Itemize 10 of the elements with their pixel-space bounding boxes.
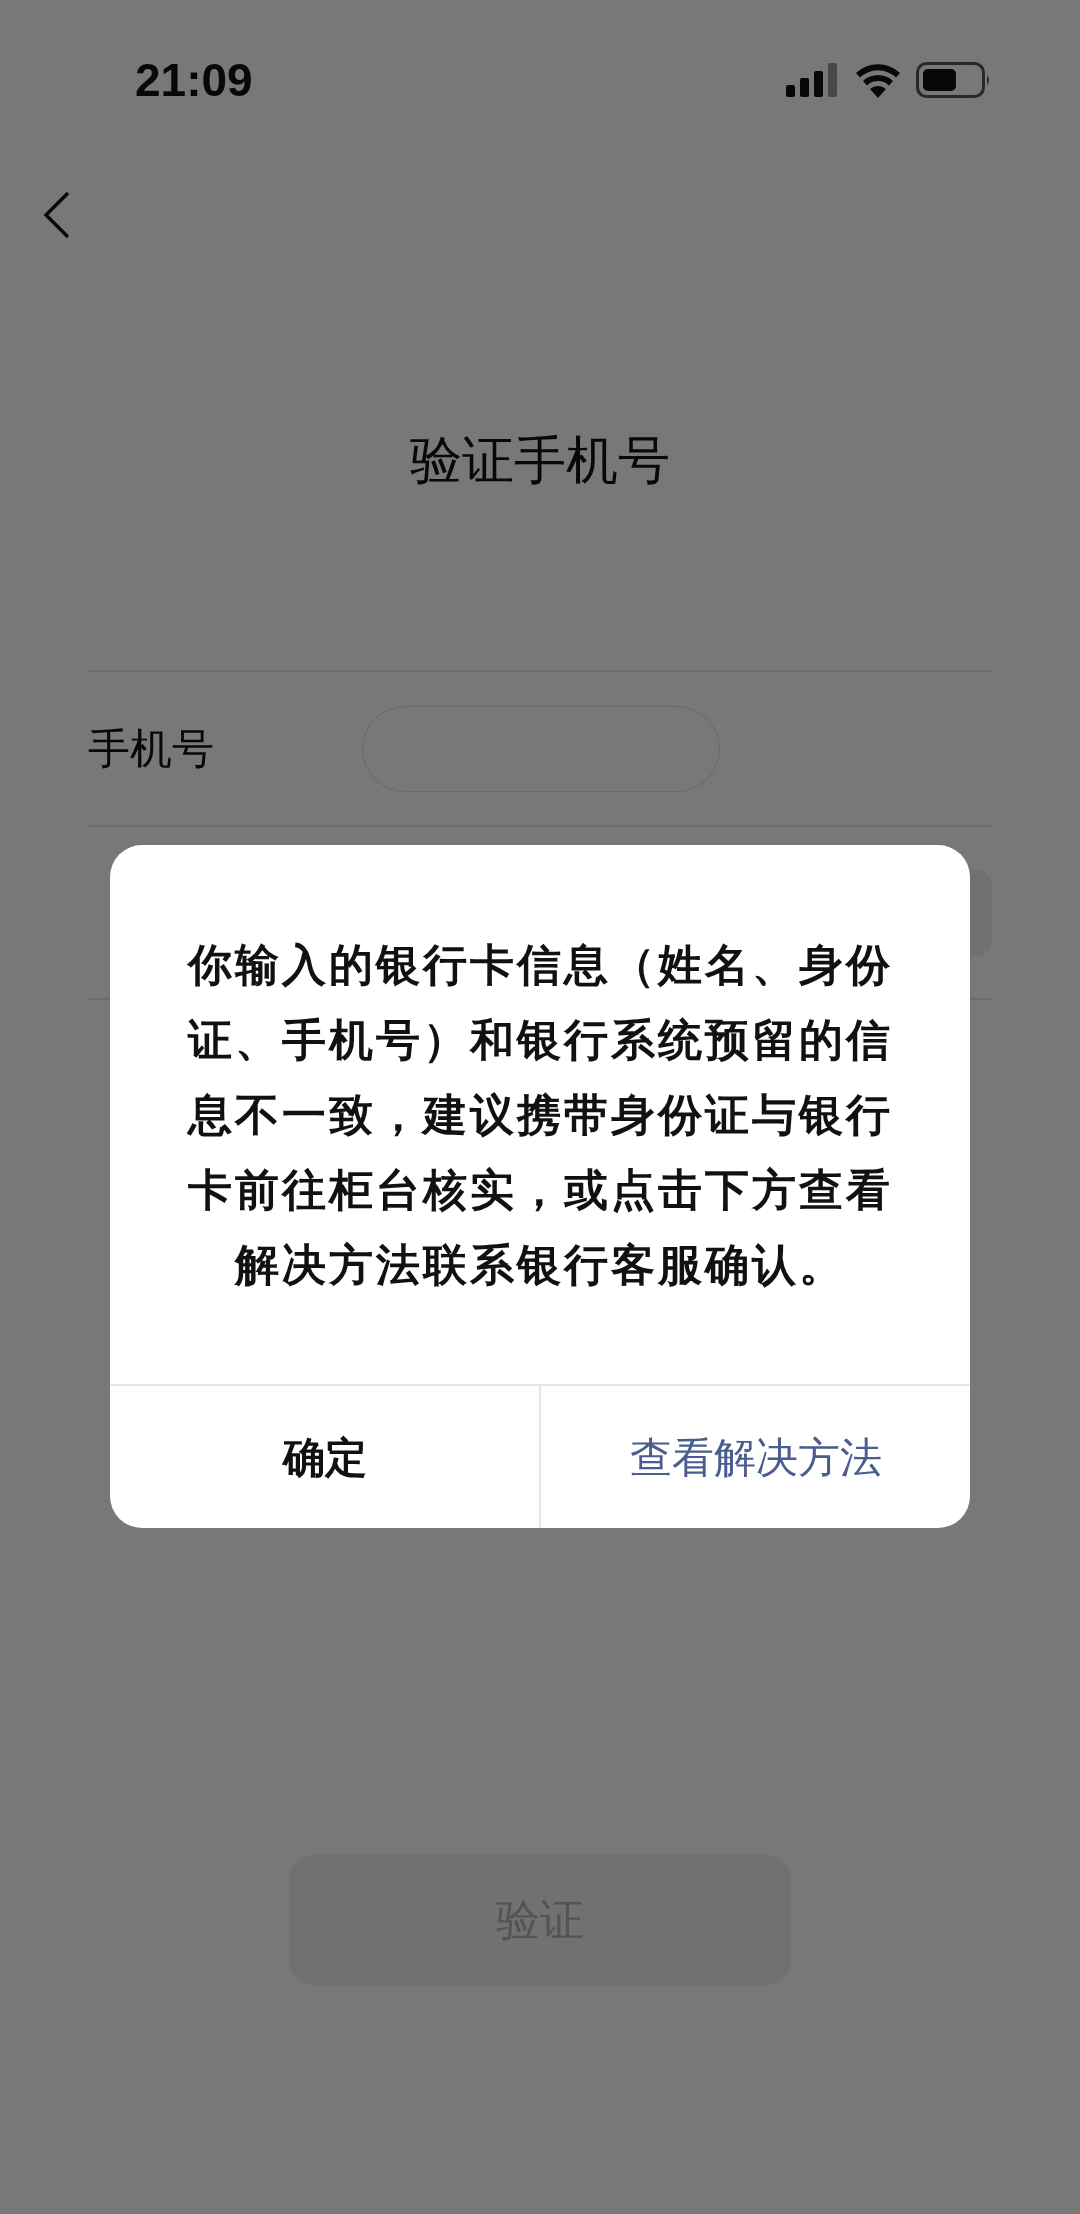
- back-icon: [42, 191, 72, 239]
- dialog-button[interactable]: 查看解决方法: [539, 1386, 970, 1528]
- page-title: 验证手机号: [410, 430, 670, 491]
- dialog-message: 你输入的银行卡信息（姓名、身份证、手机号）和银行系统预留的信息不一致，建议携带身份证与银行卡前往柜台核实，或点击下方查看解决方法联系银行客服确认。: [186, 939, 894, 1291]
- phone-label: 手机号: [88, 724, 215, 774]
- dialog-button[interactable]: 确定: [110, 1386, 539, 1528]
- wifi-icon: [854, 62, 902, 98]
- signal-icon: [786, 63, 840, 97]
- battery-icon: [916, 62, 992, 98]
- status-time: 21:09: [135, 52, 253, 108]
